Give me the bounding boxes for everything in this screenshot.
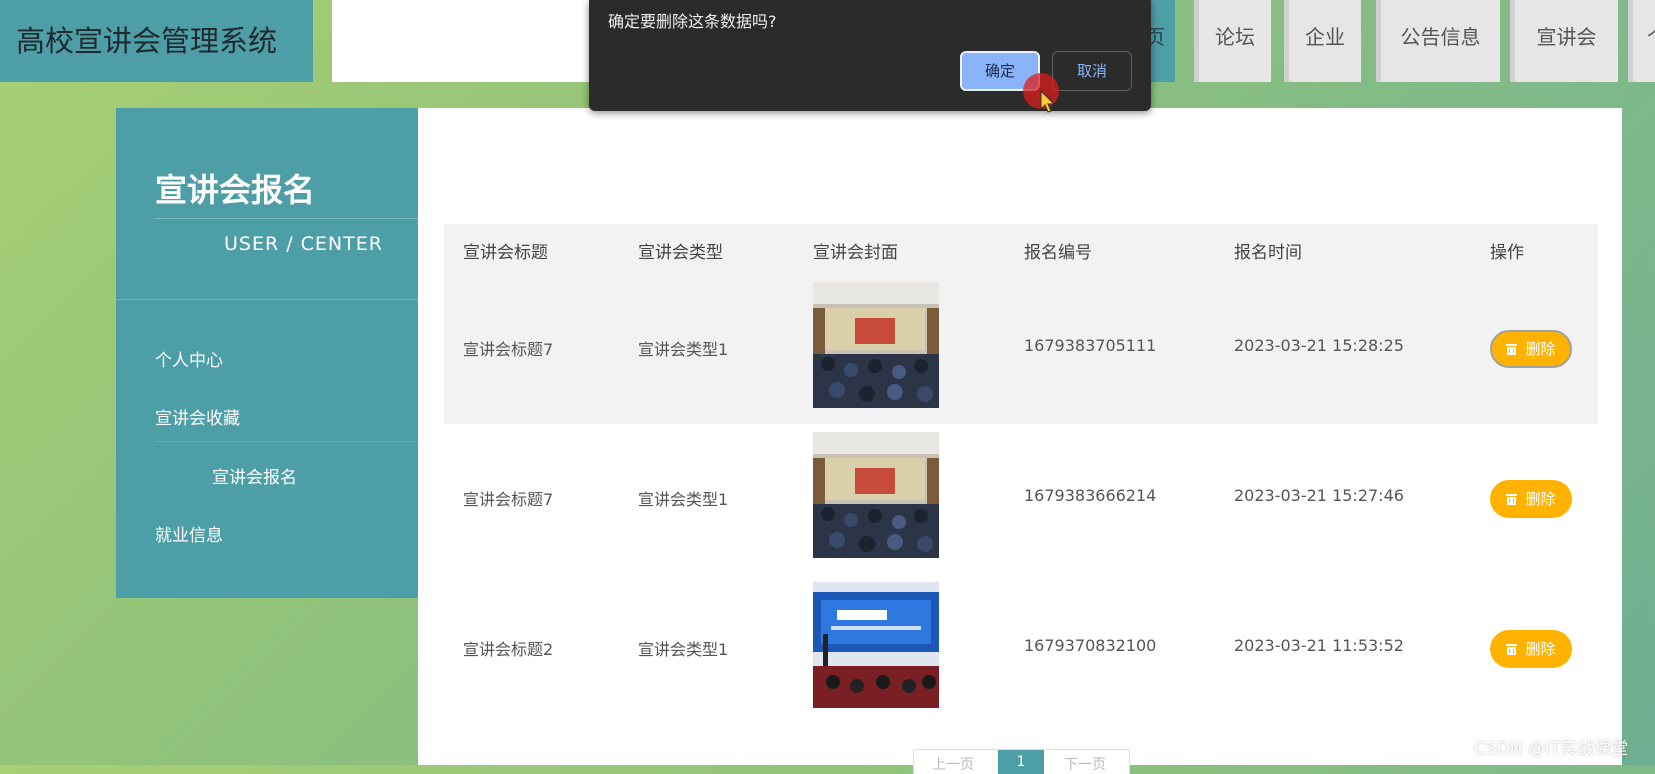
nav-item-seminar[interactable]: 宣讲会 [1510,0,1618,82]
sidebar-item-personal-center[interactable]: 个人中心 [155,346,223,371]
cell-type: 宣讲会类型1 [638,640,729,659]
cover-image[interactable] [813,282,939,408]
watermark: CSDN @IT实战课堂 [1474,739,1629,759]
sidebar-subtitle: USER / CENTER [224,233,383,255]
trash-icon [1506,494,1518,505]
delete-label: 删除 [1525,490,1556,508]
table-row: 宣讲会标题2 宣讲会类型1 1679370832100 2023-03-21 1 [444,574,1598,724]
sidebar-item-divider [155,441,418,442]
header-cover: 宣讲会封面 [813,243,898,263]
cover-image[interactable] [813,582,939,708]
pagination-next[interactable]: 下一页 [1064,754,1106,774]
delete-button[interactable]: 删除 [1490,480,1572,518]
main-panel: 宣讲会标题 宣讲会类型 宣讲会封面 报名编号 报名时间 操作 宣讲会标题7 宣讲… [418,108,1622,774]
sidebar: 宣讲会报名 USER / CENTER 个人中心 宣讲会收藏 宣讲会报名 就业信… [116,108,418,598]
cell-number: 1679370832100 [1024,636,1157,655]
cell-time: 2023-03-21 11:53:52 [1234,636,1404,655]
cancel-button[interactable]: 取消 [1052,51,1132,91]
delete-button[interactable]: 删除 [1490,330,1572,368]
nav-item-announcement[interactable]: 公告信息 [1376,0,1500,82]
pagination-prev[interactable]: 上一页 [932,754,974,774]
app-title: 高校宣讲会管理系统 [0,0,313,82]
trash-icon [1506,644,1518,655]
sidebar-title-divider [155,218,418,219]
delete-label: 删除 [1525,340,1556,358]
table-header: 宣讲会标题 宣讲会类型 宣讲会封面 报名编号 报名时间 操作 [444,224,1598,274]
pagination-current-page[interactable]: 1 [998,750,1044,774]
nav-item-company[interactable]: 企业 [1284,0,1361,82]
header-number: 报名编号 [1024,243,1092,263]
nav-item-forum[interactable]: 论坛 [1194,0,1271,82]
nav-item-personal[interactable]: 个 [1628,0,1655,82]
sidebar-item-seminar-favorites[interactable]: 宣讲会收藏 [155,404,240,429]
cell-title: 宣讲会标题2 [463,640,554,659]
cell-number: 1679383666214 [1024,486,1157,505]
cell-type: 宣讲会类型1 [638,340,729,359]
trash-icon [1506,344,1518,355]
confirm-dialog: 确定要删除这条数据吗? 确定 取消 [589,0,1151,111]
header-title: 宣讲会标题 [463,243,548,263]
sidebar-divider [116,299,418,300]
cell-number: 1679383705111 [1024,336,1157,355]
cover-image[interactable] [813,432,939,558]
sidebar-title: 宣讲会报名 [155,171,316,209]
table-row: 宣讲会标题7 宣讲会类型1 1679383666214 2023-03-21 1… [444,424,1598,574]
table-row: 宣讲会标题7 宣讲会类型1 1679383705111 2023-03-21 1… [444,274,1598,424]
mouse-cursor-icon [1040,90,1056,113]
header-type: 宣讲会类型 [638,243,723,263]
header-time: 报名时间 [1234,243,1302,263]
cell-time: 2023-03-21 15:27:46 [1234,486,1404,505]
dialog-message: 确定要删除这条数据吗? [608,12,777,31]
delete-button[interactable]: 删除 [1490,630,1572,668]
cell-title: 宣讲会标题7 [463,490,554,509]
sidebar-item-seminar-signup[interactable]: 宣讲会报名 [212,463,297,488]
cell-type: 宣讲会类型1 [638,490,729,509]
sidebar-item-employment-info[interactable]: 就业信息 [155,521,223,546]
delete-label: 删除 [1525,640,1556,658]
cell-title: 宣讲会标题7 [463,340,554,359]
cell-time: 2023-03-21 15:28:25 [1234,336,1404,355]
header-action: 操作 [1490,243,1524,263]
pagination: 上一页 1 下一页 [913,749,1130,774]
